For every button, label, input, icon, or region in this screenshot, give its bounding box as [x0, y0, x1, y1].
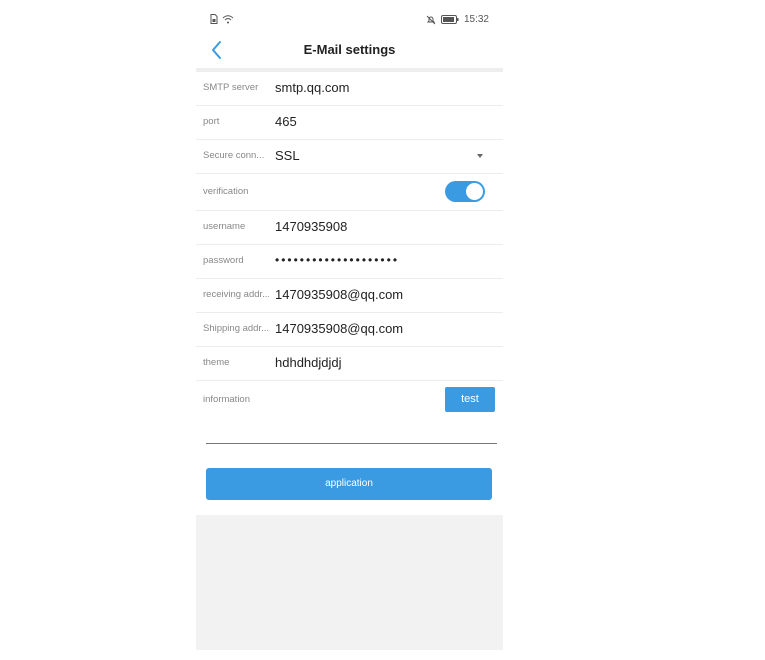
password-label: password	[203, 255, 244, 266]
shipping-address-row: Shipping addr... 1470935908@qq.com	[196, 313, 503, 347]
username-label: username	[203, 221, 246, 232]
password-row: password ••••••••••••••••••••	[196, 245, 503, 279]
information-input[interactable]	[206, 409, 497, 444]
password-input[interactable]: ••••••••••••••••••••	[275, 253, 399, 267]
empty-bottom-area	[196, 515, 503, 650]
smtp-server-label: SMTP server	[203, 82, 259, 93]
nav-bar: E-Mail settings	[196, 32, 503, 68]
port-label: port	[203, 116, 220, 127]
username-input[interactable]: 1470935908	[275, 219, 347, 234]
secure-connection-row[interactable]: Secure conn... SSL	[196, 140, 503, 174]
verification-label: verification	[203, 186, 249, 197]
status-right: 15:32	[426, 14, 489, 25]
smtp-server-row: SMTP server smtp.qq.com	[196, 72, 503, 106]
receiving-address-input[interactable]: 1470935908@qq.com	[275, 287, 403, 302]
shipping-address-label: Shipping addr...	[203, 323, 269, 334]
phone-screen: 15:32 E-Mail settings SMTP server smtp.q…	[196, 8, 503, 650]
status-bar: 15:32	[196, 8, 503, 32]
wifi-icon	[222, 15, 234, 24]
status-time: 15:32	[463, 14, 489, 25]
secure-connection-label: Secure conn...	[203, 150, 265, 161]
status-left	[210, 14, 234, 24]
verification-toggle[interactable]	[445, 181, 485, 202]
shipping-address-input[interactable]: 1470935908@qq.com	[275, 321, 403, 336]
receiving-address-row: receiving addr... 1470935908@qq.com	[196, 279, 503, 313]
port-row: port 465	[196, 106, 503, 140]
port-input[interactable]: 465	[275, 114, 297, 129]
mute-bell-icon	[426, 15, 436, 24]
theme-input[interactable]: hdhdhdjdjdj	[275, 355, 342, 370]
verification-row: verification	[196, 174, 503, 211]
smtp-server-input[interactable]: smtp.qq.com	[275, 80, 349, 95]
application-button[interactable]: application	[206, 468, 492, 500]
battery-icon	[440, 15, 459, 24]
theme-row: theme hdhdhdjdjdj	[196, 347, 503, 381]
page-title: E-Mail settings	[303, 42, 396, 57]
receiving-address-label: receiving addr...	[203, 289, 269, 300]
dropdown-arrow-icon[interactable]	[477, 154, 483, 158]
sim-card-icon	[210, 14, 218, 24]
secure-connection-select[interactable]: SSL	[275, 148, 300, 163]
information-label: information	[203, 394, 250, 405]
email-settings-form: SMTP server smtp.qq.com port 465 Secure …	[196, 72, 503, 417]
theme-label: theme	[203, 357, 230, 368]
toggle-knob	[466, 183, 483, 200]
username-row: username 1470935908	[196, 211, 503, 245]
